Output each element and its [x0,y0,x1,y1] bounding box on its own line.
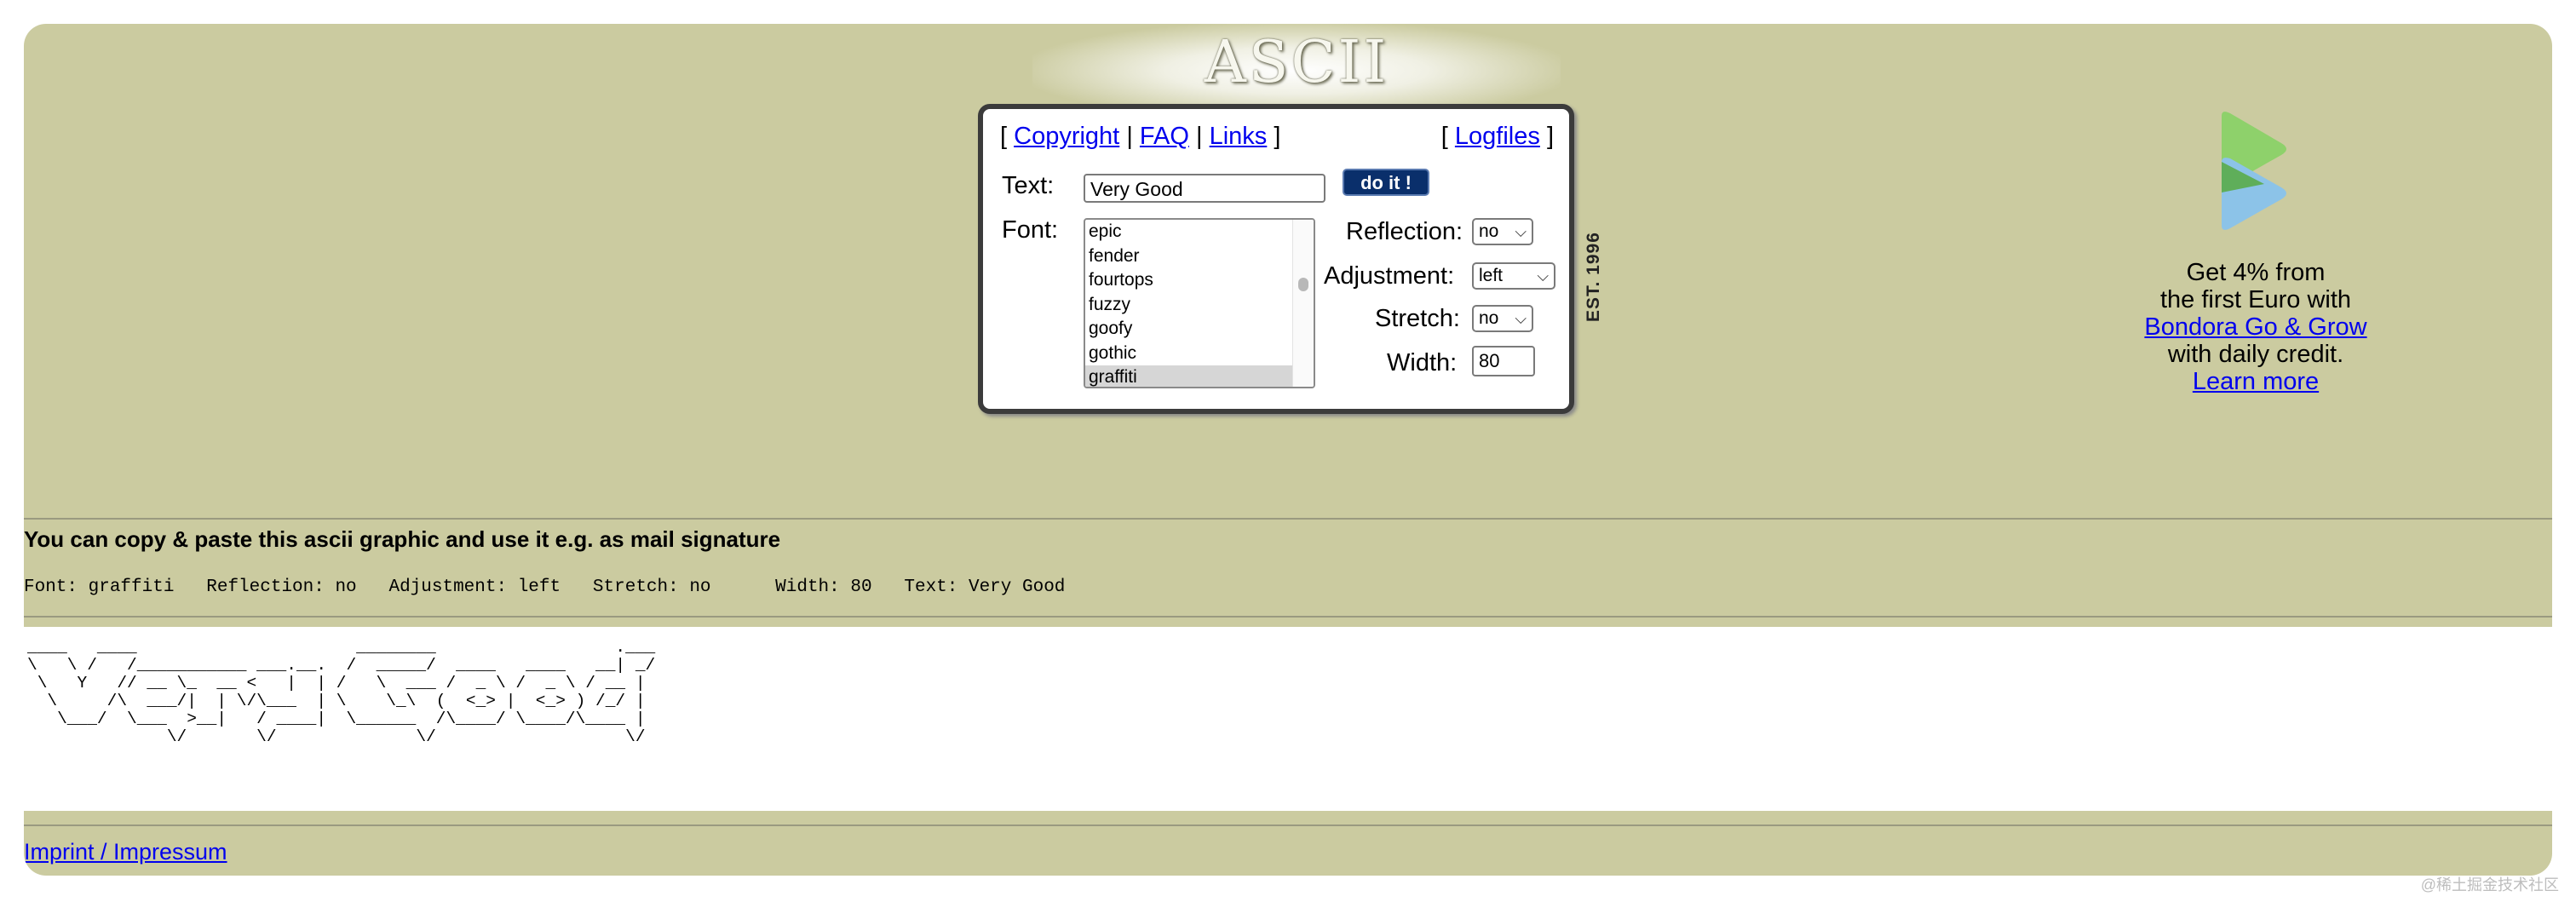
divider [24,616,2552,618]
reflection-value: no [1479,221,1499,241]
nav-links: [ Copyright | FAQ | Links ] [1000,123,1280,151]
generator-panel: [ Copyright | FAQ | Links ] [ Logfiles ]… [978,104,1574,414]
result-meta: Font: graffiti Reflection: no Adjustment… [24,577,1066,597]
adjustment-label: Adjustment: [1324,262,1455,290]
width-label: Width: [1387,349,1458,376]
font-option[interactable]: epic [1085,220,1295,244]
chevron-down-icon: ⌵ [1515,310,1527,327]
separator: | [1126,123,1133,150]
logfiles-nav: [ Logfiles ] [1441,123,1554,151]
divider [24,824,2552,826]
stretch-value: no [1479,308,1499,328]
ad-line: Get 4% from [2186,259,2326,286]
bondora-logo-icon[interactable] [2213,109,2298,237]
bracket-close: ] [1546,123,1554,150]
chevron-down-icon: ⌵ [1537,267,1549,284]
font-option[interactable]: fuzzy [1085,293,1295,318]
text-label: Text: [1002,172,1055,199]
learn-more-link[interactable]: Learn more [2193,368,2319,395]
reflection-select[interactable]: no ⌵ [1472,218,1533,245]
text-input[interactable]: Very Good [1084,174,1325,203]
bracket-open: [ [1000,123,1008,150]
font-label: Font: [1002,216,1059,244]
result-title: You can copy & paste this ascii graphic … [24,526,781,552]
separator: | [1196,123,1203,150]
bracket-open: [ [1440,123,1448,150]
bracket-close: ] [1274,123,1281,150]
page-window: ASCII Generator [ Copyright | FAQ | Link… [24,24,2552,876]
footer: Imprint / Impressum [24,839,227,865]
scrollbar-thumb[interactable] [1298,278,1308,291]
logfiles-link[interactable]: Logfiles [1455,123,1540,150]
font-option[interactable]: fender [1085,244,1295,269]
divider [24,518,2552,520]
stretch-label: Stretch: [1375,305,1460,332]
adjustment-select[interactable]: left ⌵ [1472,262,1555,290]
ad-line: the first Euro with [2159,286,2352,313]
adjustment-value: left [1479,266,1504,285]
ad-line: with daily credit. [2167,341,2344,368]
imprint-link[interactable]: Imprint / Impressum [24,839,227,865]
font-list-scrollbar[interactable] [1292,220,1314,387]
reflection-label: Reflection: [1346,218,1463,245]
ascii-art[interactable]: ____ ____ ________ .___ \ \ / /_________… [27,639,655,746]
font-option[interactable]: goofy [1085,317,1295,342]
copyright-link[interactable]: Copyright [1014,123,1119,150]
ad-text: Get 4% from the first Euro with Bondora … [2060,259,2452,395]
ascii-output-area[interactable]: ____ ____ ________ .___ \ \ / /_________… [24,627,2552,811]
est-badge: EST. 1996 [1584,232,1603,322]
stretch-select[interactable]: no ⌵ [1472,305,1533,332]
chevron-down-icon: ⌵ [1515,223,1527,240]
do-it-button[interactable]: do it ! [1343,169,1429,196]
width-input[interactable]: 80 [1472,346,1535,376]
font-listbox[interactable]: epic fender fourtops fuzzy goofy gothic … [1084,218,1315,388]
bondora-link[interactable]: Bondora Go & Grow [2144,313,2366,341]
font-option-selected[interactable]: graffiti [1085,365,1295,387]
links-link[interactable]: Links [1210,123,1268,150]
faq-link[interactable]: FAQ [1140,123,1189,150]
font-option[interactable]: fourtops [1085,268,1295,293]
watermark: @稀土掘金技术社区 [2420,876,2559,893]
font-option[interactable]: gothic [1085,342,1295,366]
